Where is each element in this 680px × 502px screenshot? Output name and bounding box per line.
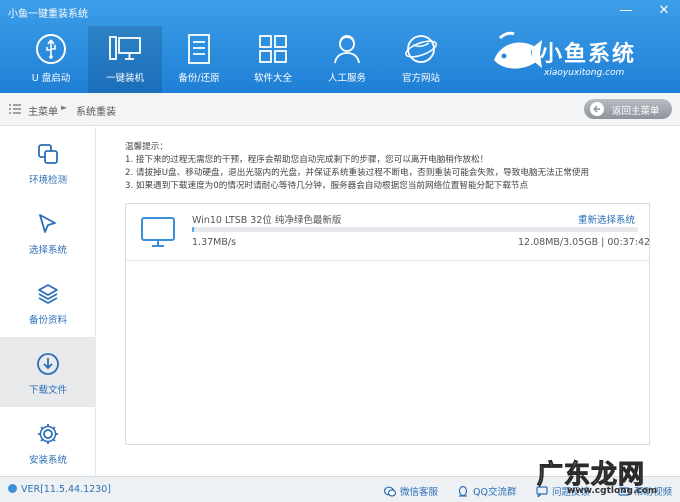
qq-icon: [458, 486, 468, 497]
feedback-link[interactable]: 问题反馈: [536, 484, 590, 498]
top-header: 小鱼一键重装系统 — ✕ U 盘启动 一键装机 备份/还原 软件大全 人工服务 …: [0, 0, 680, 93]
sidebar-item-label: 下载文件: [28, 385, 67, 396]
nav-item-official-site[interactable]: 官方网站: [384, 26, 458, 93]
sidebar-item-environment-check[interactable]: 环境检测: [0, 127, 96, 197]
nav-label: 官方网站: [401, 73, 440, 84]
video-icon: [618, 487, 630, 496]
download-task-row: Win10 LTSB 32位 纯净绿色最新版 重新选择系统 1.37MB/s 1…: [126, 204, 651, 261]
close-button[interactable]: ✕: [654, 3, 674, 21]
nav-item-manual-service[interactable]: 人工服务: [310, 26, 384, 93]
wechat-support-link[interactable]: 微信客服: [384, 484, 438, 498]
download-task-panel: Win10 LTSB 32位 纯净绿色最新版 重新选择系统 1.37MB/s 1…: [125, 203, 650, 445]
download-progress-fill: [192, 227, 194, 232]
status-footer: VER[11.5.44.1230] 微信客服 QQ交流群 问题反馈 帮助视频: [0, 476, 680, 502]
tips-line: 3. 如果遇到下载速度为0的情况时请耐心等待几分钟，服务器会自动根据您当前网络位…: [125, 181, 529, 191]
footer-link-label: 问题反馈: [552, 487, 591, 498]
nav-item-usb-boot[interactable]: U 盘启动: [14, 26, 88, 93]
sidebar-item-label: 环境检测: [28, 175, 67, 186]
footer-link-label: 帮助视频: [634, 487, 673, 498]
brand-logo: 小鱼系统 xiaoyuxitong.com: [488, 30, 668, 86]
support-person-icon: [330, 33, 364, 65]
nav-label: 一键装机: [105, 73, 144, 84]
download-progress-bar: [192, 227, 638, 232]
breadcrumb-current: 系统重装: [76, 107, 116, 118]
back-arrow-icon: [590, 102, 604, 116]
environment-check-icon: [35, 141, 61, 167]
version-dot-icon: [8, 484, 17, 493]
version-info: VER[11.5.44.1230]: [8, 484, 111, 495]
nav-label: 软件大全: [253, 73, 292, 84]
tips-line: 1. 接下来的过程无需您的干预，程序会帮助您自动完成剩下的步骤，您可以离开电脑稍…: [125, 155, 489, 165]
sidebar-item-download-files[interactable]: 下载文件: [0, 337, 96, 407]
tips-block: 温馨提示： 1. 接下来的过程无需您的干预，程序会帮助您自动完成剩下的步骤，您可…: [125, 141, 589, 193]
computer-icon: [108, 33, 142, 65]
sidebar-item-label: 备份资料: [28, 315, 67, 326]
tips-line: 2. 请拔掉U盘、移动硬盘，退出光驱内的光盘，并保证系统重装过程不断电，否则重装…: [125, 168, 590, 178]
backup-icon: [182, 33, 216, 65]
minimize-button[interactable]: —: [616, 3, 636, 21]
breadcrumb: 主菜单 ► 系统重装 返回主菜单: [0, 93, 680, 126]
fish-logo-icon: [494, 31, 542, 69]
sidebar-item-backup-data[interactable]: 备份资料: [0, 267, 96, 337]
nav-item-backup-restore[interactable]: 备份/还原: [162, 26, 236, 93]
sidebar-item-label: 安装系统: [28, 455, 67, 466]
qq-group-link[interactable]: QQ交流群: [457, 484, 516, 498]
nav-item-software[interactable]: 软件大全: [236, 26, 310, 93]
download-icon: [35, 351, 61, 377]
monitor-icon: [141, 217, 175, 247]
brand-name: 小鱼系统: [540, 42, 637, 67]
breadcrumb-home[interactable]: 主菜单: [28, 103, 58, 118]
menu-list-icon: [9, 104, 21, 114]
reselect-system-link[interactable]: 重新选择系统: [578, 212, 635, 226]
feedback-icon: [536, 486, 548, 497]
sidebar-item-install-system[interactable]: 安装系统: [0, 407, 96, 477]
nav-label: 人工服务: [327, 73, 366, 84]
tips-heading: 温馨提示：: [125, 142, 168, 152]
sidebar-item-choose-system[interactable]: 选择系统: [0, 197, 96, 267]
step-sidebar: 环境检测 选择系统 备份资料 下载文件 安装系统: [0, 127, 96, 476]
cursor-select-icon: [35, 211, 61, 237]
globe-icon: [404, 33, 438, 65]
system-name: Win10 LTSB 32位 纯净绿色最新版: [192, 215, 342, 226]
nav-item-one-click-install[interactable]: 一键装机: [88, 26, 162, 93]
window-title: 小鱼一键重装系统: [8, 9, 88, 20]
version-text: VER[11.5.44.1230]: [21, 484, 111, 495]
help-video-link[interactable]: 帮助视频: [618, 484, 672, 498]
wechat-icon: [384, 486, 396, 497]
nav-label: 备份/还原: [178, 73, 220, 84]
layers-backup-icon: [35, 281, 61, 307]
brand-domain: xiaoyuxitong.com: [544, 68, 625, 78]
apps-grid-icon: [256, 33, 290, 65]
install-gear-icon: [35, 421, 61, 447]
download-speed: 1.37MB/s: [192, 237, 237, 248]
back-to-main-menu-button[interactable]: 返回主菜单: [584, 99, 672, 119]
main-nav: U 盘启动 一键装机 备份/还原 软件大全 人工服务 官方网站: [14, 26, 458, 93]
sidebar-item-label: 选择系统: [28, 245, 67, 256]
usb-icon: [34, 33, 68, 65]
back-button-label: 返回主菜单: [612, 106, 660, 117]
breadcrumb-separator: ►: [61, 103, 68, 112]
download-size-time: 12.08MB/3.05GB | 00:37:42: [518, 237, 651, 248]
main-content: 温馨提示： 1. 接下来的过程无需您的干预，程序会帮助您自动完成剩下的步骤，您可…: [96, 127, 680, 476]
nav-label: U 盘启动: [31, 73, 71, 84]
footer-link-label: QQ交流群: [473, 487, 517, 498]
footer-link-label: 微信客服: [400, 487, 439, 498]
